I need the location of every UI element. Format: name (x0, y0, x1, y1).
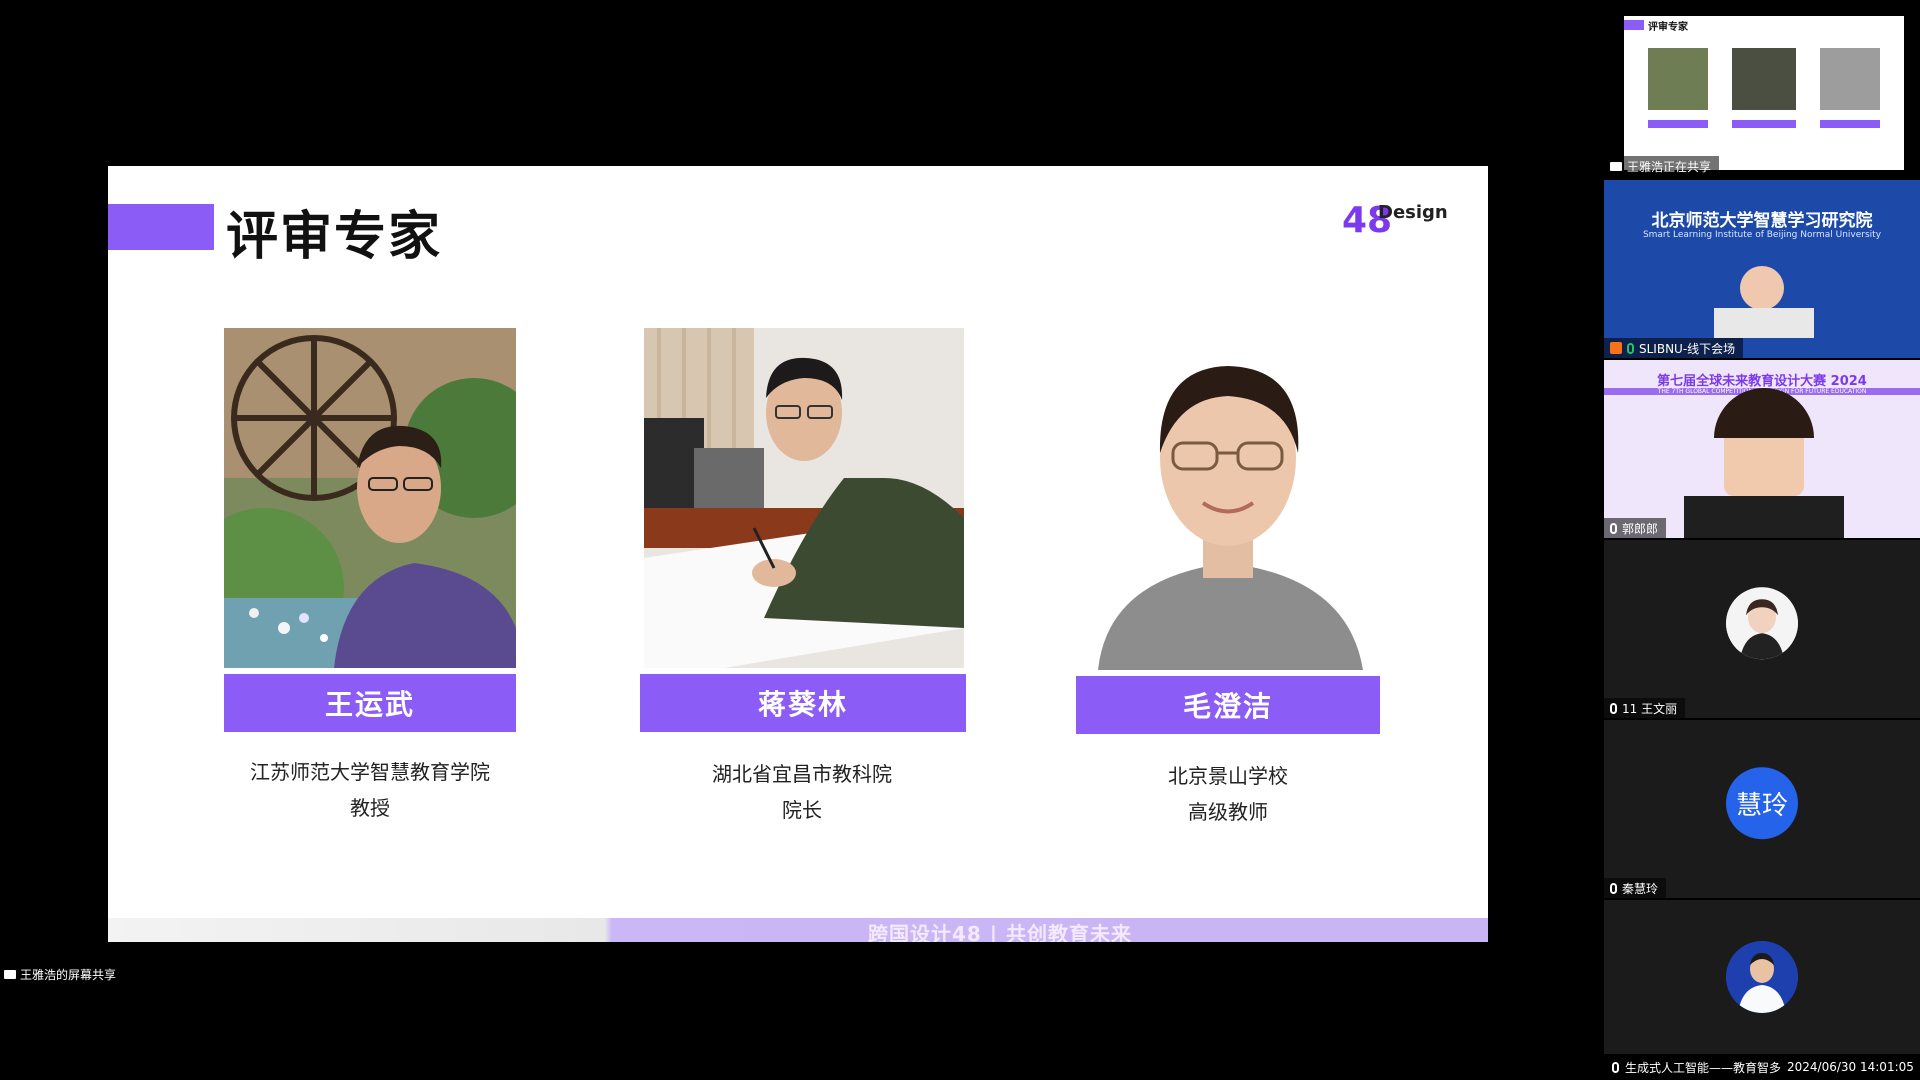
expert-affiliation-3: 北京景山学校 (1168, 764, 1288, 788)
guo-hair (1714, 388, 1814, 438)
expert-photo-2 (644, 328, 964, 668)
participant-tile-sli[interactable]: 北京师范大学智慧学习研究院 Smart Learning Institute o… (1604, 180, 1920, 358)
meeting-topic: 生成式人工智能——教育智多 (1625, 1060, 1782, 1075)
host-icon (1610, 342, 1622, 354)
screen-share-text: 王雅浩的屏幕共享 (20, 968, 117, 982)
mic-icon (1612, 1061, 1619, 1073)
expert-role-2: 院长 (782, 798, 822, 822)
sli-desk (1714, 308, 1814, 338)
wang-label: 11 王文丽 (1604, 698, 1686, 718)
qin-avatar: 慧玲 (1726, 767, 1798, 840)
bottom-status-bar: 生成式人工智能——教育智多 2024/06/30 14:01:05 (1604, 1054, 1920, 1080)
sli-label: SLIBNU-线下会场 (1604, 338, 1744, 358)
mic-muted-icon (1610, 702, 1617, 714)
preview-photo-2 (1732, 48, 1796, 110)
wang-label-text: 11 王文丽 (1622, 701, 1678, 716)
share-preview-tile[interactable]: 评审专家 王雅浩正在共享 (1604, 14, 1920, 176)
share-preview-thumbnail: 评审专家 (1624, 16, 1904, 170)
share-preview-label: 王雅浩正在共享 (1604, 156, 1720, 176)
guo-banner: 第七届全球未来教育设计大赛 2024 (1657, 374, 1867, 389)
screen-share-label: 王雅浩的屏幕共享 (4, 966, 116, 983)
preview-title: 评审专家 (1648, 22, 1688, 33)
sli-banner-en: Smart Learning Institute of Beijing Norm… (1642, 230, 1882, 240)
preview-photo-1 (1648, 48, 1708, 110)
preview-name-bar-2 (1732, 120, 1796, 128)
expert-name-2: 蒋葵林 (640, 674, 966, 732)
preview-name-bar-3 (1820, 120, 1880, 128)
title-accent-bar (108, 204, 214, 250)
guo-label: 郭郎郎 (1604, 518, 1667, 538)
slide-title: 评审专家 (226, 207, 443, 267)
expert-name-1: 王运武 (224, 674, 516, 732)
sli-banner-cn: 北京师范大学智慧学习研究院 (1651, 211, 1873, 231)
expert-role-3: 高级教师 (1188, 800, 1268, 824)
sli-label-text: SLIBNU-线下会场 (1639, 341, 1736, 356)
mic-icon (1627, 342, 1634, 354)
wang-avatar (1726, 587, 1798, 660)
mic-muted-icon (1610, 882, 1617, 894)
logo-word: Design (1378, 202, 1448, 223)
participant-tile-qin[interactable]: 慧玲 秦慧玲 (1604, 720, 1920, 898)
expert-role-1: 教授 (350, 796, 390, 820)
screen-share-icon (1610, 161, 1622, 171)
timestamp: 2024/06/30 14:01:05 (1787, 1060, 1914, 1074)
participant-avatar (1726, 941, 1798, 1013)
expert-affiliation-2: 湖北省宜昌市教科院 (712, 762, 892, 786)
expert-name-3: 毛澄洁 (1076, 676, 1380, 734)
mic-muted-icon (1610, 522, 1617, 534)
guo-body (1684, 496, 1844, 538)
screen-share-icon (4, 970, 16, 979)
qin-label: 秦慧玲 (1604, 878, 1667, 898)
expert-affiliation-1: 江苏师范大学智慧教育学院 (250, 760, 490, 784)
participant-tile-guo[interactable]: 第七届全球未来教育设计大赛 2024 THE 7TH GLOBAL COMPET… (1604, 360, 1920, 538)
footer-slogan: 跨国设计48 | 共创教育未来 (868, 922, 1133, 942)
share-preview-label-text: 王雅浩正在共享 (1627, 159, 1712, 174)
preview-photo-3 (1820, 48, 1880, 110)
participant-tile-last[interactable] (1604, 900, 1920, 1054)
sli-presenter (1740, 266, 1784, 310)
shared-slide: 评审专家 48 Design 王运武 江苏师范大学智慧教育学院 教授 蒋葵林 湖… (108, 166, 1488, 942)
expert-photo-3 (1078, 328, 1378, 670)
preview-title-bar (1624, 20, 1644, 30)
guo-label-text: 郭郎郎 (1622, 521, 1659, 536)
slide-footer-strip: 跨国设计48 | 共创教育未来 (108, 918, 1488, 942)
design-logo: 48 Design (1342, 200, 1452, 250)
participant-tile-wang[interactable]: 11 王文丽 (1604, 540, 1920, 718)
preview-name-bar-1 (1648, 120, 1708, 128)
expert-photo-1 (224, 328, 516, 668)
qin-label-text: 秦慧玲 (1622, 881, 1659, 896)
